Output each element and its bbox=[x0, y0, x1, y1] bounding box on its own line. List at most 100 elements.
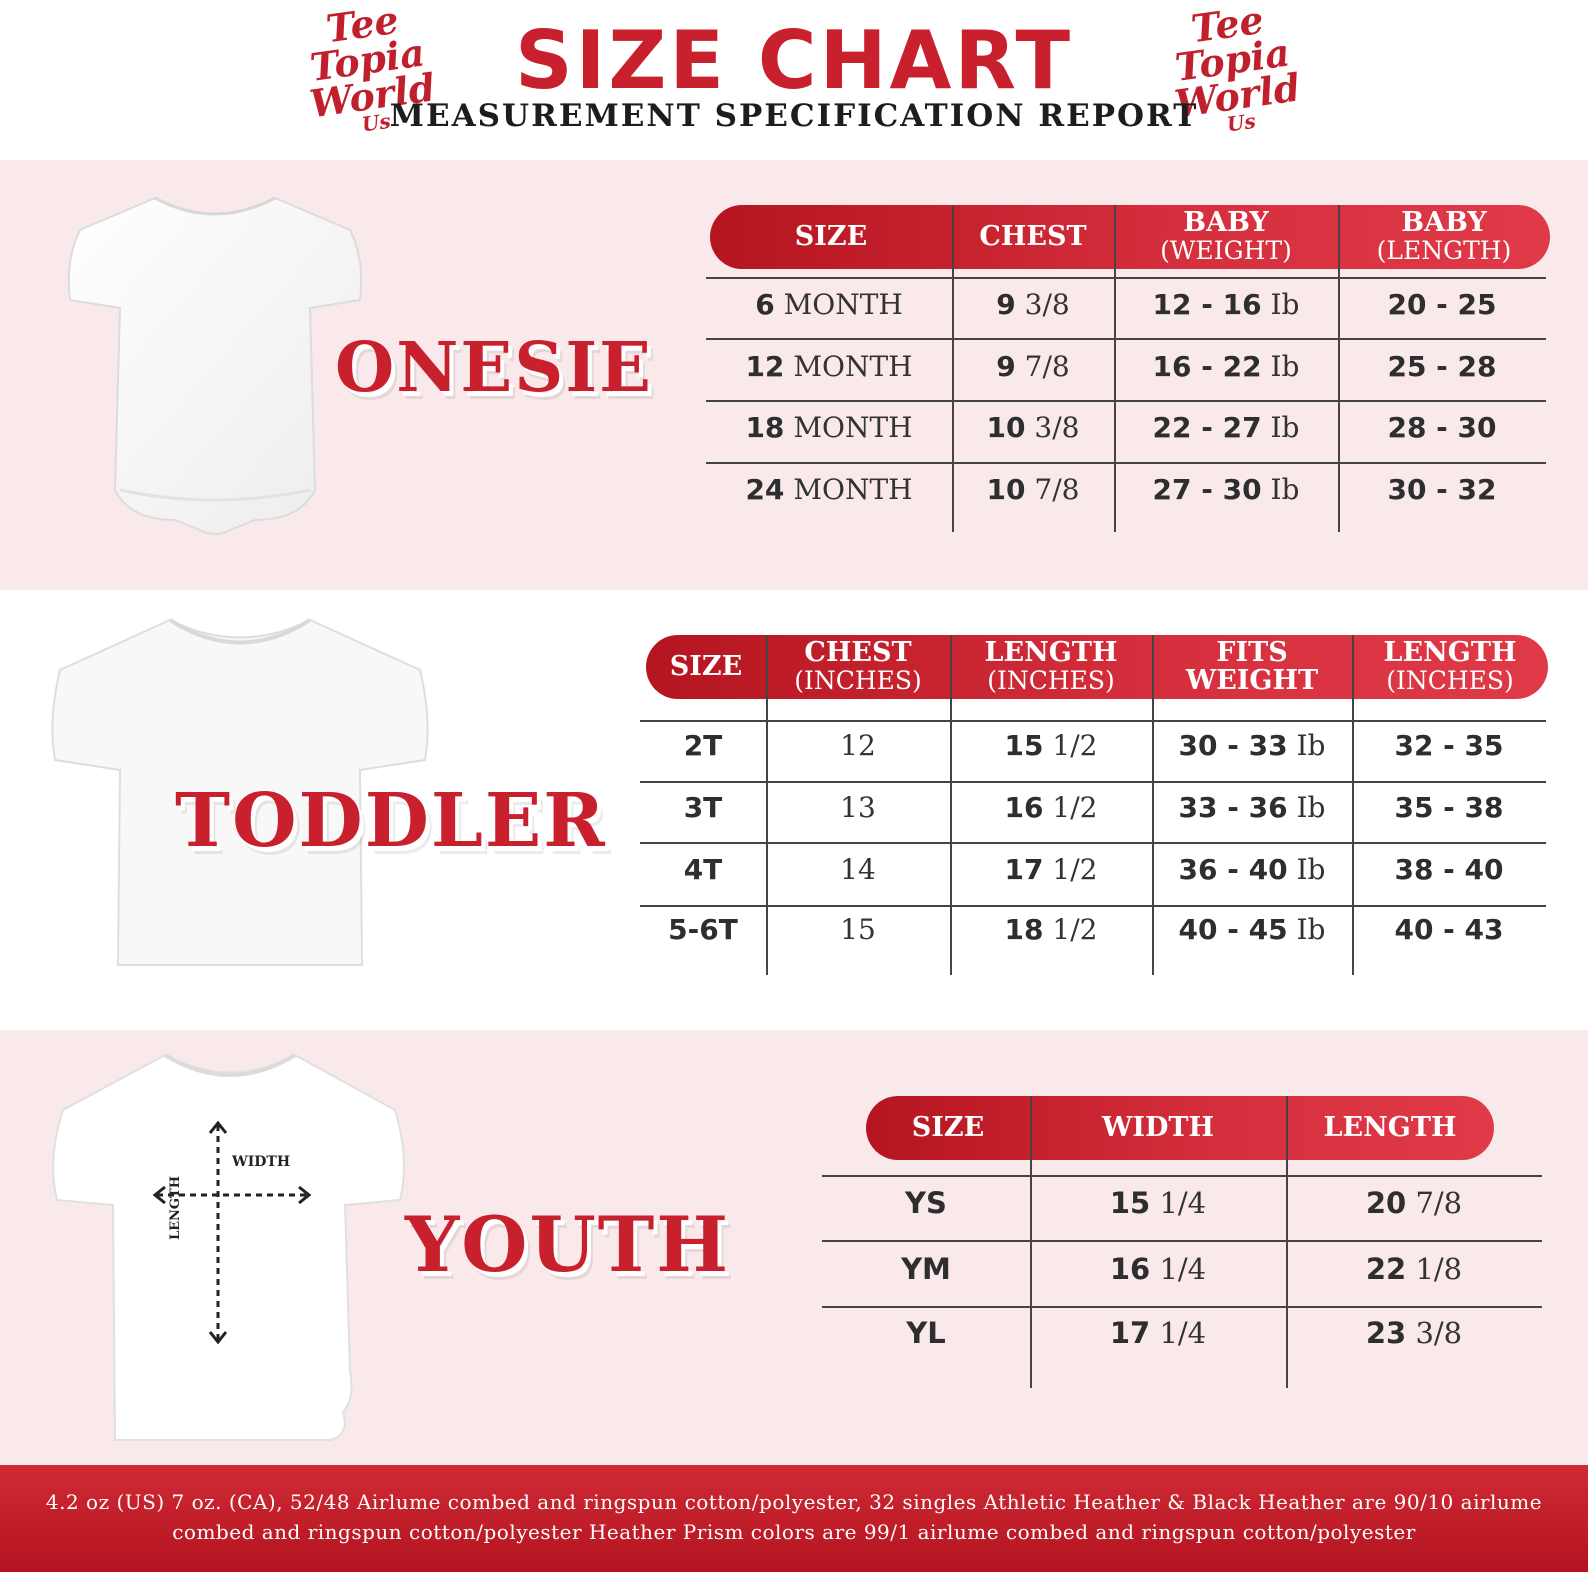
row-divider bbox=[822, 1175, 1542, 1177]
row-divider bbox=[706, 400, 1546, 402]
table-cell: 15 bbox=[766, 913, 950, 946]
column-header: LENGTH (INCHES) bbox=[1352, 635, 1548, 699]
column-header-sub: (LENGTH) bbox=[1376, 236, 1512, 265]
table-cell: 32 - 35 bbox=[1352, 729, 1546, 762]
cell-value-bold: 4T bbox=[683, 853, 723, 886]
column-header-main: SIZE bbox=[669, 651, 743, 682]
cell-value: Ib bbox=[1261, 411, 1300, 444]
cell-value-bold: 38 - 40 bbox=[1394, 853, 1504, 886]
table-cell: 16 1/2 bbox=[950, 791, 1152, 824]
table-cell: 13 bbox=[766, 791, 950, 824]
column-header: SIZE bbox=[866, 1096, 1030, 1160]
table-cell: 12 - 16 Ib bbox=[1114, 288, 1338, 321]
cell-value-bold: 12 bbox=[745, 350, 785, 383]
cell-value: 1/2 bbox=[1043, 791, 1098, 824]
cell-value: Ib bbox=[1287, 853, 1326, 886]
cell-value-bold: 15 bbox=[1109, 1186, 1151, 1220]
cell-value-bold: YM bbox=[901, 1252, 951, 1286]
cell-value-bold: 27 - 30 bbox=[1152, 473, 1262, 506]
column-header: BABY (LENGTH) bbox=[1338, 205, 1550, 269]
cell-value-bold: 16 bbox=[1109, 1252, 1151, 1286]
table-cell: 35 - 38 bbox=[1352, 791, 1546, 824]
column-header-sub: WEIGHT bbox=[1185, 665, 1319, 696]
cell-value: 7/8 bbox=[1025, 473, 1080, 506]
column-header: WIDTH bbox=[1030, 1096, 1286, 1160]
cell-value-bold: 17 bbox=[1004, 853, 1044, 886]
cell-value-bold: 17 bbox=[1109, 1316, 1151, 1350]
page-subtitle: MEASUREMENT SPECIFICATION REPORT bbox=[389, 98, 1199, 134]
cell-value-bold: 18 bbox=[1004, 913, 1044, 946]
cell-value-bold: YS bbox=[905, 1186, 947, 1220]
table-cell: 22 1/8 bbox=[1286, 1252, 1542, 1286]
table-header-bar: SIZE WIDTH LENGTH bbox=[866, 1096, 1494, 1160]
table-cell: YS bbox=[822, 1186, 1030, 1220]
cell-value-bold: 12 - 16 bbox=[1152, 288, 1262, 321]
cell-value: 7/8 bbox=[1406, 1186, 1463, 1220]
table-cell: 16 - 22 Ib bbox=[1114, 350, 1338, 383]
row-divider bbox=[706, 338, 1546, 340]
cell-value-bold: YL bbox=[906, 1316, 946, 1350]
table-cell: 20 - 25 bbox=[1338, 288, 1546, 321]
cell-value: MONTH bbox=[784, 473, 913, 506]
cell-value-bold: 20 - 25 bbox=[1387, 288, 1497, 321]
table-cell: 40 - 43 bbox=[1352, 913, 1546, 946]
cell-value-bold: 6 bbox=[755, 288, 775, 321]
table-cell: 10 7/8 bbox=[952, 473, 1114, 506]
table-cell: 2T bbox=[640, 729, 766, 762]
cell-value-bold: 9 bbox=[996, 350, 1016, 383]
table-cell: 33 - 36 Ib bbox=[1152, 791, 1352, 824]
cell-value-bold: 24 bbox=[745, 473, 785, 506]
table-cell: 30 - 33 Ib bbox=[1152, 729, 1352, 762]
table-cell: 18 MONTH bbox=[706, 411, 952, 444]
column-header: SIZE bbox=[646, 635, 766, 699]
cell-value: Ib bbox=[1287, 729, 1326, 762]
table-cell: YM bbox=[822, 1252, 1030, 1286]
column-header-main: LENGTH bbox=[1383, 637, 1517, 668]
table-cell: 25 - 28 bbox=[1338, 350, 1546, 383]
cell-value-bold: 10 bbox=[986, 473, 1026, 506]
length-arrow-label: LENGTH bbox=[168, 1176, 183, 1240]
cell-value-bold: 23 bbox=[1365, 1316, 1407, 1350]
cell-value: 3/8 bbox=[1025, 411, 1080, 444]
table-cell: 38 - 40 bbox=[1352, 853, 1546, 886]
cell-value: 1/8 bbox=[1406, 1252, 1463, 1286]
onesie-label: ONESIE bbox=[335, 328, 653, 408]
cell-value: MONTH bbox=[774, 288, 903, 321]
cell-value: 1/2 bbox=[1043, 853, 1098, 886]
column-header-main: LENGTH bbox=[1323, 1112, 1457, 1143]
cell-value-bold: 16 - 22 bbox=[1152, 350, 1262, 383]
row-divider bbox=[706, 462, 1546, 464]
cell-value: Ib bbox=[1287, 913, 1326, 946]
cell-value-bold: 18 bbox=[745, 411, 785, 444]
width-arrow-label: WIDTH bbox=[232, 1154, 291, 1170]
cell-value: MONTH bbox=[784, 411, 913, 444]
table-cell: 16 1/4 bbox=[1030, 1252, 1286, 1286]
cell-value: 1/2 bbox=[1043, 913, 1098, 946]
column-header-sub: (WEIGHT) bbox=[1160, 236, 1292, 265]
cell-value: 7/8 bbox=[1015, 350, 1070, 383]
cell-value-bold: 22 bbox=[1365, 1252, 1407, 1286]
table-cell: 23 3/8 bbox=[1286, 1316, 1542, 1350]
cell-value-bold: 15 bbox=[1004, 729, 1044, 762]
column-header-main: WIDTH bbox=[1102, 1112, 1214, 1143]
cell-value: 3/8 bbox=[1015, 288, 1070, 321]
table-cell: 9 3/8 bbox=[952, 288, 1114, 321]
table-cell: 14 bbox=[766, 853, 950, 886]
table-cell: 12 bbox=[766, 729, 950, 762]
table-cell: 18 1/2 bbox=[950, 913, 1152, 946]
table-header-bar: SIZE CHEST BABY (WEIGHT) BABY (LENGTH) bbox=[710, 205, 1550, 269]
fabric-description: 4.2 oz (US) 7 oz. (CA), 52/48 Airlume co… bbox=[45, 1490, 1543, 1544]
column-header-sub: (INCHES) bbox=[987, 666, 1115, 695]
cell-value: 13 bbox=[840, 791, 876, 824]
table-cell: 27 - 30 Ib bbox=[1114, 473, 1338, 506]
onesie-image bbox=[67, 196, 363, 535]
row-divider bbox=[706, 277, 1546, 279]
table-cell: 17 1/4 bbox=[1030, 1316, 1286, 1350]
cell-value: 1/4 bbox=[1150, 1252, 1207, 1286]
column-header: CHEST (INCHES) bbox=[766, 635, 950, 699]
cell-value-bold: 5-6T bbox=[668, 913, 738, 946]
youth-label: YOUTH bbox=[405, 1200, 731, 1289]
column-header: LENGTH bbox=[1286, 1096, 1494, 1160]
cell-value: Ib bbox=[1261, 473, 1300, 506]
cell-value-bold: 2T bbox=[683, 729, 723, 762]
